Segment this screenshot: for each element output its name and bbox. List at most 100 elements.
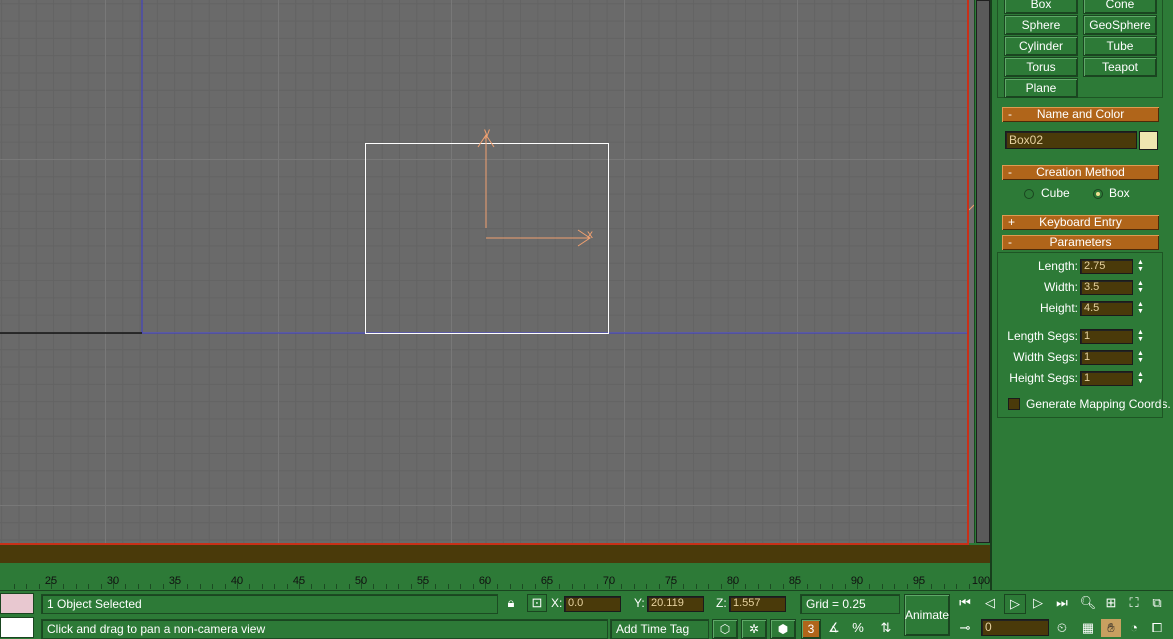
arc-rotate-icon[interactable]: ◔ (1124, 619, 1144, 637)
timeline-tick (249, 584, 251, 589)
timeline-tick (212, 584, 214, 589)
timeline-tick (137, 584, 139, 589)
y-coord-field[interactable]: 20.119 (647, 596, 704, 612)
rollout-title: Parameters (1049, 235, 1112, 249)
zoom-extents-icon[interactable]: ⛶ (1124, 594, 1144, 612)
key-mode-icon[interactable]: ⊸ (955, 619, 975, 637)
timeline-tick (38, 584, 40, 589)
object-type-torus-button[interactable]: Torus (1004, 57, 1078, 77)
timeline-tick (286, 584, 288, 589)
panel-scrollbar[interactable] (976, 0, 990, 543)
y-coord-label: Y: (634, 596, 645, 610)
object-type-geosphere-button[interactable]: GeoSphere (1083, 15, 1157, 35)
timeline-tick (633, 584, 635, 589)
angle-snap-icon[interactable]: ∡ (824, 619, 844, 637)
timeline-tick (832, 584, 834, 589)
rollout-creation-method[interactable]: - Creation Method (1002, 165, 1159, 180)
radio-cube[interactable] (1024, 189, 1034, 199)
timeline-tick-label: 100 (971, 575, 991, 587)
go-to-end-icon[interactable]: ⏭ (1052, 594, 1072, 612)
gizmo-y-label: y (484, 125, 490, 139)
transform-gizmo (477, 134, 591, 247)
timeline-tick-label: 60 (478, 575, 492, 587)
timeline-tick-label: 55 (416, 575, 430, 587)
z-coord-label: Z: (716, 596, 727, 610)
x-coord-field[interactable]: 0.0 (564, 596, 621, 612)
object-type-sphere-button[interactable]: Sphere (1004, 15, 1078, 35)
object-type-cone-button[interactable]: Cone (1083, 0, 1157, 14)
selection-status: 1 Object Selected (41, 594, 498, 614)
snap-3d-icon[interactable]: 3 (801, 619, 821, 639)
radio-box[interactable] (1093, 189, 1103, 199)
add-time-tag-button[interactable]: Add Time Tag (610, 619, 709, 639)
timeline-tick (162, 584, 164, 589)
timeline-tick (596, 584, 598, 589)
prompt-line: Click and drag to pan a non-camera view (41, 619, 608, 639)
pan-hand-icon[interactable]: ✋︎ (1101, 619, 1121, 637)
rollout-parameters[interactable]: - Parameters (1002, 235, 1159, 250)
object-type-box-button[interactable]: Box (1004, 0, 1078, 14)
rollout-title: Creation Method (1036, 165, 1125, 179)
min-max-toggle-icon[interactable]: ⧠ (1147, 619, 1167, 637)
timeline-tick (807, 584, 809, 589)
next-frame-icon[interactable]: ▷ (1028, 594, 1048, 612)
timeline-tick (683, 584, 685, 589)
object-color-swatch[interactable] (1139, 131, 1158, 150)
time-config-icon[interactable]: ⏲ (1052, 619, 1072, 637)
rollout-name-and-color[interactable]: - Name and Color (1002, 107, 1159, 122)
timeline-tick (13, 584, 15, 589)
animate-button[interactable]: Animate (904, 594, 950, 636)
spinner-snap-icon[interactable]: ⇅ (876, 619, 896, 637)
rollout-keyboard-entry[interactable]: + Keyboard Entry (1002, 215, 1159, 230)
listener-pink-swatch[interactable] (0, 593, 34, 614)
timeline-tick-label: 80 (726, 575, 740, 587)
degradation-override-icon[interactable]: ✲ (741, 619, 767, 639)
current-frame-field[interactable]: 0 (981, 619, 1049, 636)
adaptive-degradation-icon[interactable]: ⬢ (770, 619, 796, 639)
object-type-plane-button[interactable]: Plane (1004, 78, 1078, 98)
timeline-tick (646, 584, 648, 589)
timeline-tick (187, 584, 189, 589)
radio-box-label: Box (1109, 186, 1130, 200)
lock-icon[interactable]: 🔒︎ (501, 594, 521, 612)
time-slider-track[interactable] (0, 545, 990, 563)
field-of-view-icon[interactable]: ▦ (1078, 619, 1098, 637)
object-type-teapot-button[interactable]: Teapot (1083, 57, 1157, 77)
timeline-tick (75, 584, 77, 589)
timeline-tick-label: 75 (664, 575, 678, 587)
timeline-tick-label: 95 (912, 575, 926, 587)
previous-frame-icon[interactable]: ◁ (980, 594, 1000, 612)
timeline-tick (385, 584, 387, 589)
timeline-tick (757, 584, 759, 589)
zoom-all-icon[interactable]: ⊞ (1101, 594, 1121, 612)
object-name-field[interactable]: Box02 (1005, 131, 1137, 149)
absolute-mode-icon[interactable]: ⊡ (527, 594, 547, 612)
listener-white-swatch[interactable] (0, 617, 34, 638)
selection-lock-icon[interactable]: ⬡ (712, 619, 738, 639)
timeline-tick-label: 65 (540, 575, 554, 587)
percent-snap-icon[interactable]: % (848, 619, 868, 637)
timeline-tick (819, 584, 821, 589)
zoom-icon[interactable]: 🔍︎ (1078, 594, 1098, 612)
timeline-tick (931, 584, 933, 589)
timeline-tick (943, 584, 945, 589)
go-to-start-icon[interactable]: ⏮ (955, 594, 975, 612)
timeline-tick (323, 584, 325, 589)
object-type-tube-button[interactable]: Tube (1083, 36, 1157, 56)
zoom-extents-all-icon[interactable]: ⧉ (1147, 594, 1167, 612)
grid-size-display: Grid = 0.25 (800, 594, 900, 614)
timeline-ruler[interactable]: 25 30 35 40 45 50 55 60 65 70 75 80 85 90 95 100 (0, 563, 990, 589)
timeline-tick (435, 584, 437, 589)
timeline-tick (447, 584, 449, 589)
play-icon[interactable]: ▷ (1004, 594, 1026, 614)
rollout-title: Name and Color (1036, 107, 1125, 121)
timeline-tick-label: 25 (44, 575, 58, 587)
z-coord-field[interactable]: 1.557 (729, 596, 786, 612)
gizmo-x-label: x (587, 227, 593, 241)
perspective-viewport[interactable]: y x (0, 0, 969, 545)
object-type-cylinder-button[interactable]: Cylinder (1004, 36, 1078, 56)
timeline-tick (373, 584, 375, 589)
viewport-scene: y x (0, 0, 967, 334)
timeline-tick (522, 584, 524, 589)
timeline-tick (571, 584, 573, 589)
